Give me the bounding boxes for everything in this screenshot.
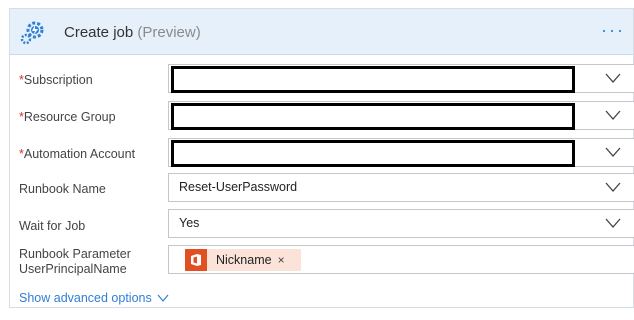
- runbook-name-value: Reset-UserPassword: [179, 180, 298, 194]
- chevron-down-icon: [157, 294, 169, 302]
- remove-token-button[interactable]: ×: [278, 253, 285, 267]
- wait-for-job-select[interactable]: Yes: [168, 209, 634, 238]
- page-title: Create job (Preview): [64, 24, 201, 41]
- show-advanced-options-link[interactable]: Show advanced options: [19, 291, 169, 305]
- runbook-parameter-label: Runbook Parameter UserPrincipalName: [19, 247, 131, 276]
- wait-for-job-value: Yes: [179, 216, 200, 230]
- card-header: Create job (Preview) ···: [10, 9, 633, 55]
- resource-group-select[interactable]: [168, 101, 634, 130]
- chevron-down-icon: [605, 147, 621, 157]
- redacted-value: [171, 66, 575, 93]
- chevron-down-icon: [605, 110, 621, 120]
- subscription-select[interactable]: [168, 64, 634, 93]
- wait-for-job-label: Wait for Job: [19, 219, 86, 233]
- redacted-value: [171, 103, 575, 130]
- more-options-button[interactable]: ···: [601, 20, 625, 41]
- office-logo-shape: [191, 254, 201, 266]
- runbook-name-label: Runbook Name: [19, 182, 106, 196]
- chevron-down-icon: [605, 218, 621, 228]
- automation-gear-icon: [20, 21, 44, 45]
- subscription-label: *Subscription: [19, 73, 93, 87]
- runbook-name-select[interactable]: Reset-UserPassword: [168, 173, 634, 202]
- token-label: Nickname: [216, 253, 272, 267]
- title-text: Create job: [64, 24, 134, 41]
- resource-group-label: *Resource Group: [19, 110, 116, 124]
- office-icon: [185, 249, 207, 271]
- automation-account-label: *Automation Account: [19, 147, 136, 161]
- runbook-parameter-input[interactable]: Nickname ×: [168, 245, 634, 274]
- chevron-down-icon: [605, 73, 621, 83]
- chevron-down-icon: [605, 182, 621, 192]
- preview-tag: (Preview): [137, 24, 201, 41]
- create-job-card: Create job (Preview) ··· *Subscription *…: [9, 8, 634, 308]
- dynamic-content-token[interactable]: Nickname ×: [185, 249, 301, 271]
- redacted-value: [171, 140, 575, 167]
- automation-account-select[interactable]: [168, 138, 634, 167]
